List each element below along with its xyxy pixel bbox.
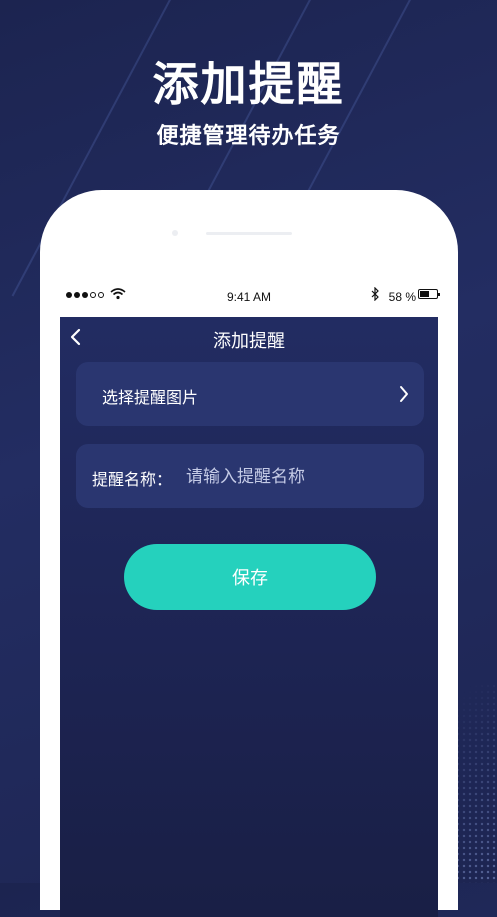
phone-speaker — [206, 232, 292, 235]
phone-camera — [172, 230, 178, 236]
status-time: 9:41 AM — [226, 290, 272, 304]
save-button[interactable]: 保存 — [124, 544, 376, 610]
reminder-name-input[interactable] — [184, 458, 408, 496]
chevron-right-icon — [400, 386, 408, 402]
promo-subline: 便捷管理待办任务 — [156, 124, 341, 149]
nav-bar: 添加提醒 — [60, 317, 438, 357]
app-screen: 添加提醒 选择提醒图片 提醒名称： 保存 — [60, 317, 438, 917]
bluetooth-icon — [371, 287, 379, 301]
phone-frame: 9:41 AM 58 % 添加提醒 选择提醒图片 提醒名称： 保存 — [40, 190, 458, 917]
reminder-name-label: 提醒名称： — [92, 470, 173, 489]
reminder-name-row: 提醒名称： — [76, 444, 424, 508]
status-bar: 9:41 AM 58 % — [60, 286, 440, 308]
page-title: 添加提醒 — [213, 331, 285, 352]
pick-image-label: 选择提醒图片 — [102, 388, 199, 407]
battery-percent: 58 % — [388, 290, 416, 304]
battery-icon — [418, 289, 440, 299]
promo-headline: 添加提醒 — [152, 57, 345, 111]
pick-image-row[interactable]: 选择提醒图片 — [76, 362, 424, 426]
